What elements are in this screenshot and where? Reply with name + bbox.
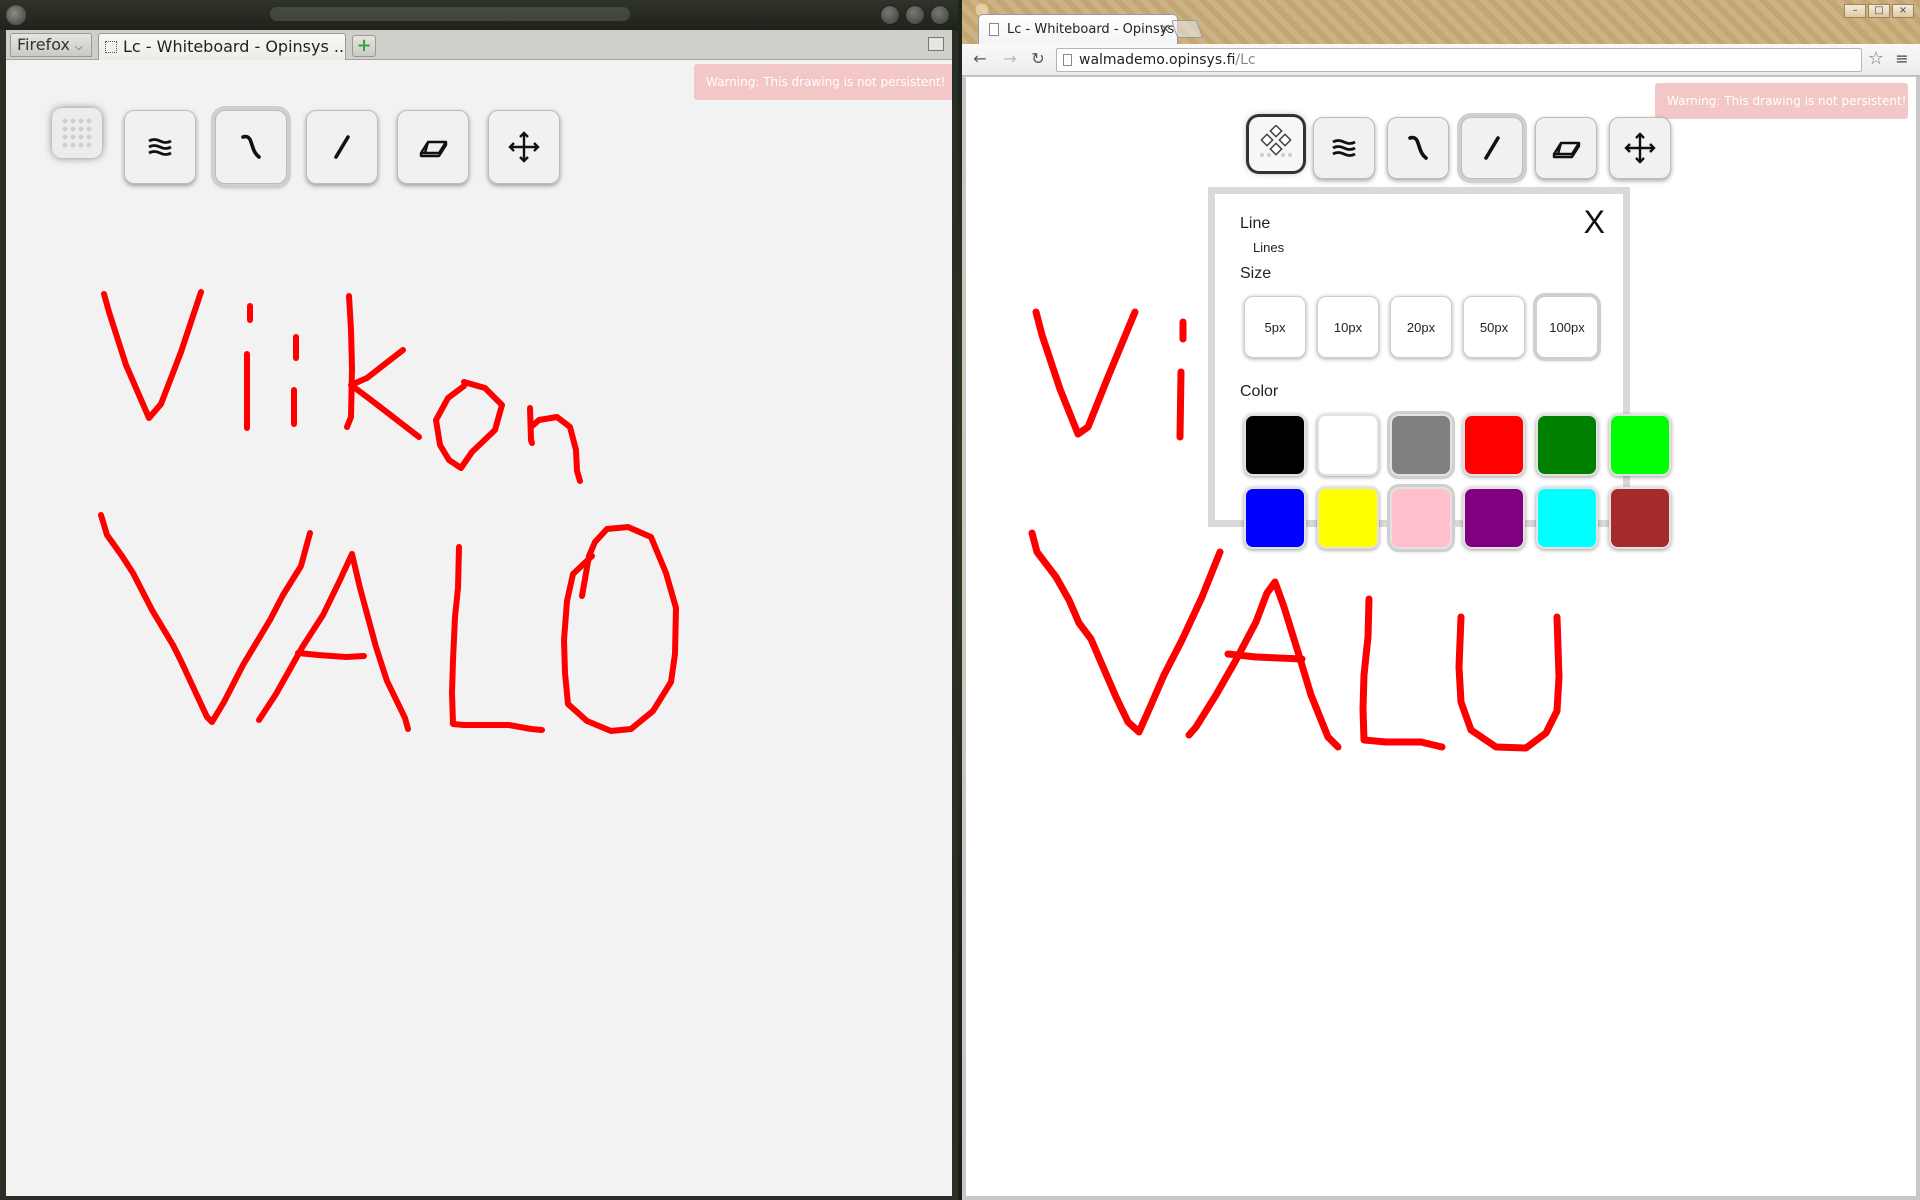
firefox-tab-title: Lc - Whiteboard - Opinsys ...: [123, 37, 346, 56]
color-swatch-black[interactable]: [1244, 414, 1306, 476]
color-swatch-cyan[interactable]: [1536, 487, 1598, 549]
size-option-5px[interactable]: 5px: [1244, 296, 1306, 358]
chromium-window: Lc - Whiteboard - Opinsys × – □ × ← → ↻ …: [962, 0, 1920, 1200]
close-panel-button[interactable]: X: [1584, 204, 1605, 241]
freehand-drawing: [98, 289, 679, 734]
color-swatch-white[interactable]: [1317, 414, 1379, 476]
app-menu-button[interactable]: [1249, 117, 1303, 171]
firefox-logo-icon: [6, 5, 26, 25]
tab-close-icon[interactable]: ×: [1159, 21, 1171, 37]
color-swatch-blue[interactable]: [1244, 487, 1306, 549]
size-option-20px[interactable]: 20px: [1390, 296, 1452, 358]
size-heading: Size: [1240, 265, 1272, 282]
window-title-blurred: [270, 7, 630, 21]
color-swatch-brown[interactable]: [1609, 487, 1671, 549]
chromium-menu-icon[interactable]: ≡: [1892, 49, 1912, 69]
bookmark-star-icon[interactable]: ☆: [1866, 49, 1886, 69]
close-icon[interactable]: [930, 5, 950, 25]
eraser-icon: [1552, 141, 1581, 159]
move-arrows-icon: [1624, 132, 1656, 164]
firefox-tabbar: Firefox ⌵ Lc - Whiteboard - Opinsys ... …: [6, 30, 952, 60]
page-icon: [105, 41, 117, 53]
page-icon: [989, 23, 999, 36]
straight-line-icon: [1484, 136, 1500, 160]
chevron-down-icon: ⌵: [75, 42, 83, 53]
firefox-menu-button[interactable]: Firefox ⌵: [10, 33, 92, 57]
settings-panel: X Line Lines Size 5px 10px 20px 50px 100…: [1208, 187, 1671, 549]
firefox-titlebar: [0, 0, 958, 30]
color-swatch-yellow[interactable]: [1317, 487, 1379, 549]
address-bar[interactable]: walmademo.opinsys.fi/Lc: [1056, 48, 1862, 72]
color-heading: Color: [1240, 383, 1279, 400]
new-tab-button[interactable]: +: [352, 35, 376, 57]
url-host: walmademo.opinsys.fi: [1079, 52, 1236, 68]
reload-icon[interactable]: ↻: [1028, 49, 1048, 69]
new-tab-button[interactable]: [1170, 20, 1204, 38]
back-arrow-icon[interactable]: ←: [970, 49, 990, 69]
tab-groups-icon[interactable]: [928, 37, 944, 51]
firefox-window: Firefox ⌵ Lc - Whiteboard - Opinsys ... …: [0, 0, 958, 1200]
chromium-tab-whiteboard[interactable]: Lc - Whiteboard - Opinsys ×: [978, 14, 1178, 44]
tool-line-button[interactable]: [1461, 117, 1523, 179]
color-swatch-red[interactable]: [1463, 414, 1525, 476]
forward-arrow-icon[interactable]: →: [1000, 49, 1020, 69]
minimize-icon[interactable]: [880, 5, 900, 25]
page-icon: [1063, 54, 1072, 66]
line-type-option[interactable]: Lines: [1253, 240, 1284, 255]
color-swatch-lime[interactable]: [1609, 414, 1671, 476]
size-option-50px[interactable]: 50px: [1463, 296, 1525, 358]
firefox-whiteboard-canvas[interactable]: Warning: This drawing is not persistent!: [6, 60, 952, 1196]
color-swatch-pink[interactable]: [1390, 487, 1452, 549]
size-option-10px[interactable]: 10px: [1317, 296, 1379, 358]
firefox-tab-whiteboard[interactable]: Lc - Whiteboard - Opinsys ...: [98, 33, 346, 60]
wavy-lines-icon: [1332, 139, 1356, 157]
chromium-whiteboard-canvas[interactable]: Warning: This drawing is not persistent!: [966, 77, 1916, 1196]
minimize-icon[interactable]: –: [1844, 4, 1866, 18]
url-path: /Lc: [1235, 52, 1256, 68]
chromium-tab-title: Lc - Whiteboard - Opinsys: [1007, 22, 1175, 37]
color-swatch-green[interactable]: [1536, 414, 1598, 476]
chromium-titlebar: Lc - Whiteboard - Opinsys × – □ ×: [962, 0, 1920, 44]
tool-move-button[interactable]: [1609, 117, 1671, 179]
chromium-toolbar: ← → ↻ walmademo.opinsys.fi/Lc ☆ ≡: [962, 44, 1920, 76]
line-heading: Line: [1240, 215, 1271, 232]
color-swatch-gray[interactable]: [1390, 414, 1452, 476]
firefox-menu-label: Firefox: [17, 35, 70, 54]
tool-eraser-button[interactable]: [1535, 117, 1597, 179]
close-icon[interactable]: ×: [1892, 4, 1914, 18]
tool-settings-button[interactable]: [1313, 117, 1375, 179]
tool-freehand-button[interactable]: [1387, 117, 1449, 179]
freehand-pen-icon: [1408, 135, 1428, 160]
grid-dots-icon: [1259, 125, 1293, 158]
size-option-100px[interactable]: 100px: [1536, 296, 1598, 358]
maximize-icon[interactable]: [905, 5, 925, 25]
plus-icon: +: [356, 35, 372, 56]
color-swatch-purple[interactable]: [1463, 487, 1525, 549]
maximize-icon[interactable]: □: [1868, 4, 1890, 18]
